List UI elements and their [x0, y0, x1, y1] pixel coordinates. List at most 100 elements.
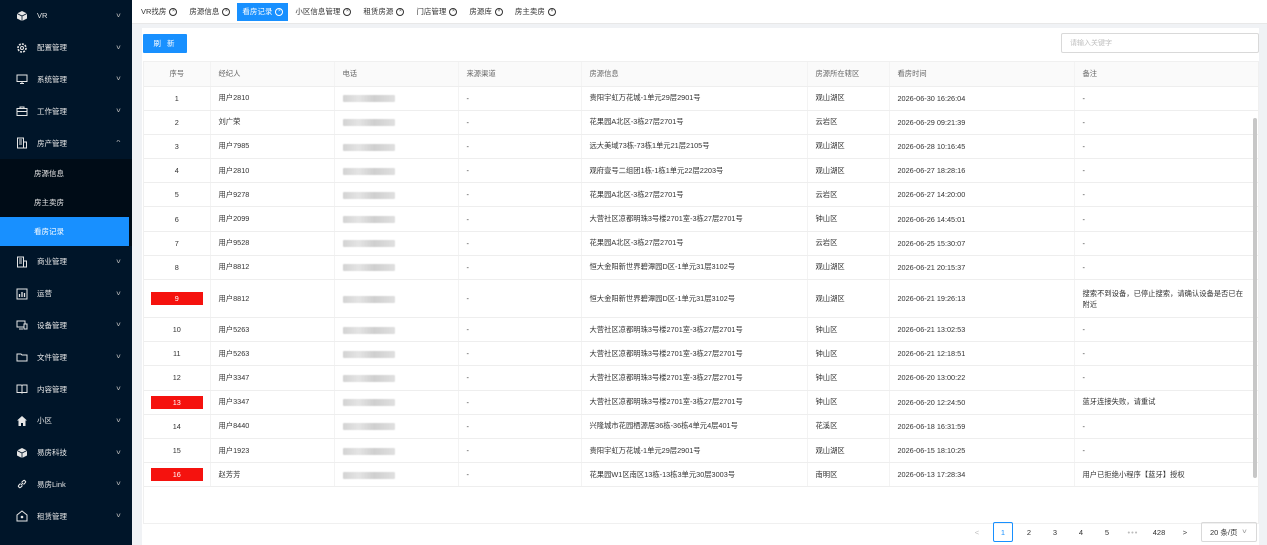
close-icon[interactable]: × — [449, 7, 458, 16]
cell-index: 6 — [144, 206, 211, 232]
redacted-phone — [342, 375, 395, 383]
sidebar-item-12[interactable]: 易房Link v — [0, 469, 132, 501]
cell-time: 2026-06-27 14:20:00 — [889, 182, 1075, 208]
table-row[interactable]: 4 用户2810- 观府壹号二组团1栋-1栋1单元22层2203号 观山湖区 2026-… — [144, 158, 1258, 184]
sidebar-subitem-1[interactable]: 房主卖房 — [0, 188, 132, 217]
cell-channel: - — [458, 279, 582, 318]
close-icon[interactable]: × — [169, 7, 178, 16]
close-icon[interactable]: × — [222, 7, 231, 16]
sidebar-subitem-0[interactable]: 房源信息 — [0, 159, 132, 188]
sidebar-item-11[interactable]: 易房科技 v — [0, 437, 132, 469]
index-text: 11 — [172, 349, 181, 359]
page-size-select[interactable]: 20 条/页 v — [1201, 522, 1257, 542]
pagination: <1 2 3 4 5 ••• 428 >20 条/页 v — [967, 521, 1257, 543]
cell-agent: 用户8812 — [210, 279, 335, 318]
cell-note: - — [1074, 86, 1258, 111]
table-row[interactable]: 2 刘广荣 - 花果园A北区-3栋27层2701号 云岩区 2026-06-29 09:2… — [144, 110, 1258, 135]
cell-phone — [334, 134, 459, 160]
cell-channel: - — [458, 317, 582, 343]
sidebar-item-label: 内容管理 — [37, 384, 67, 394]
sidebar-item-3[interactable]: 工作管理 v — [0, 95, 132, 127]
tab-4[interactable]: 租赁房源 × — [358, 3, 409, 21]
sidebar-item-2[interactable]: 系统管理 v — [0, 64, 132, 96]
chevron-down-icon: v — [116, 513, 121, 520]
tab-5[interactable]: 门店管理 × — [411, 3, 462, 21]
tab-3[interactable]: 小区信息管理 × — [290, 3, 356, 21]
search-input[interactable] — [1061, 33, 1259, 53]
sidebar-item-7[interactable]: 设备管理 v — [0, 310, 132, 342]
index-text: 2 — [174, 117, 179, 127]
table-row[interactable]: 12 用户3347- 大营社区凉都明珠3号楼2701室-3栋27层2701号 钟山区 2… — [144, 365, 1258, 391]
table-row[interactable]: 5 用户9278- 花果园A北区-3栋27层2701号 云岩区 2026-06-27 1… — [144, 182, 1258, 208]
table-row[interactable]: 9 用户8812 - 恒大金阳新世界碧潭园D区-1单元31层3102号 观山湖区 2026… — [144, 279, 1258, 318]
cell-agent: 用户3347 — [210, 390, 335, 415]
page-button-last[interactable]: 428 — [1149, 522, 1169, 542]
chevron-down-icon: v — [116, 76, 121, 83]
sidebar-subitem-2[interactable]: 看房记录 — [0, 216, 129, 246]
table-row[interactable]: 8 用户8812- 恒大金阳新世界碧潭园D区-1单元31层3102号 观山湖区 2026… — [144, 255, 1258, 281]
next-page-button[interactable]: > — [1175, 522, 1195, 542]
sidebar-item-5[interactable]: 商业管理 v — [0, 246, 132, 278]
sidebar-item-13[interactable]: 租赁管理 v — [0, 500, 132, 532]
refresh-button[interactable]: 刷 新 — [143, 34, 187, 53]
cell-agent: 用户2099 — [210, 206, 335, 232]
cell-house: 花果园A北区-3栋27层2701号 — [581, 182, 808, 208]
table-row[interactable]: 3 用户7985- 远大美域73栋-73栋1单元21层2105号 观山湖区 2026-0… — [144, 134, 1258, 160]
cell-phone — [334, 182, 459, 208]
close-icon[interactable]: × — [343, 7, 352, 16]
cell-note: - — [1074, 134, 1258, 160]
cell-channel: - — [458, 341, 582, 367]
tab-label: VR找房 — [141, 7, 167, 16]
cell-phone — [334, 158, 459, 184]
sidebar-item-6[interactable]: 运营 v — [0, 278, 132, 310]
sidebar-item-9[interactable]: 内容管理 v — [0, 373, 132, 405]
sidebar-item-0[interactable]: VR v — [0, 0, 132, 32]
chevron-down-icon: v — [116, 12, 121, 19]
sidebar-item-1[interactable]: 配置管理 v — [0, 32, 132, 64]
chevron-down-icon: v — [116, 44, 121, 51]
tab-label: 房主卖房 — [514, 7, 545, 16]
table-row[interactable]: 1 用户2810- 贵阳宇虹万花城-1单元29层2901号 观山湖区 2026-06-3… — [144, 86, 1258, 111]
tab-0[interactable]: VR找房 × — [136, 3, 182, 21]
sidebar-item-8[interactable]: 文件管理 v — [0, 341, 132, 373]
tab-7[interactable]: 房主卖房 × — [510, 3, 561, 21]
close-icon[interactable]: × — [396, 7, 405, 16]
table-row[interactable]: 14 用户8440- 兴隆城市花园栖源居36栋-36栋4单元4层401号 花溪区 202… — [144, 414, 1258, 439]
page-ellipsis[interactable]: ••• — [1123, 522, 1143, 542]
page-button-5[interactable]: 5 — [1097, 522, 1117, 542]
tab-1[interactable]: 房源信息 × — [184, 3, 235, 21]
cell-house: 花果园W1区南区13栋-13栋3单元30层3003号 — [581, 462, 808, 488]
table-row[interactable]: 10 用户5263- 大营社区凉都明珠3号楼2701室-3栋27层2701号 钟山区 2… — [144, 317, 1258, 343]
page-button-3[interactable]: 3 — [1045, 522, 1065, 542]
cell-phone — [334, 390, 459, 415]
cell-house: 贵阳宇虹万花城-1单元29层2901号 — [581, 438, 808, 464]
prev-page-button[interactable]: < — [967, 522, 987, 542]
chevron-down-icon: v — [116, 290, 121, 297]
tab-6[interactable]: 房源库 × — [464, 3, 508, 21]
sidebar-item-10[interactable]: 小区 v — [0, 405, 132, 437]
tab-2[interactable]: 看房记录 × — [237, 2, 289, 21]
close-icon[interactable]: × — [275, 7, 284, 16]
table-row[interactable]: 13 用户3347 - 大营社区凉都明珠3号楼2701室-3栋27层2701号 钟山区 2… — [144, 390, 1258, 415]
cell-channel: - — [458, 158, 582, 184]
page-button-1[interactable]: 1 — [993, 522, 1013, 542]
table-row[interactable]: 6 用户2099- 大营社区凉都明珠3号楼2701室-3栋27层2701号 钟山区 20… — [144, 206, 1258, 232]
sidebar-subitem-label: 房主卖房 — [34, 197, 64, 207]
table-row[interactable]: 11 用户5263- 大营社区凉都明珠3号楼2701室-3栋27层2701号 钟山区 2… — [144, 341, 1258, 367]
close-icon[interactable]: × — [494, 7, 503, 16]
cell-index: 3 — [144, 134, 211, 160]
cell-time: 2026-06-15 18:10:25 — [889, 438, 1075, 464]
sidebar-item-4[interactable]: 房产管理 ^ — [0, 127, 132, 159]
cell-agent: 用户5263 — [210, 341, 335, 367]
page-button-4[interactable]: 4 — [1071, 522, 1091, 542]
cell-channel: - — [458, 414, 582, 439]
book-icon — [16, 383, 28, 395]
app-root: VR v 配置管理 v 系统管理 v 工作管理 v 房产管理 ^ 房源信息 房主卖房 看房记录 商业管理 v… — [0, 0, 1267, 545]
table-row[interactable]: 16 赵芳芳 - 花果园W1区南区13栋-13栋3单元30层3003号 南明区 2026-… — [144, 462, 1258, 488]
page-button-2[interactable]: 2 — [1019, 522, 1039, 542]
close-icon[interactable]: × — [547, 7, 556, 16]
table-scrollbar[interactable] — [1253, 118, 1257, 478]
table-row[interactable]: 15 用户1923- 贵阳宇虹万花城-1单元29层2901号 观山湖区 2026-06-… — [144, 438, 1258, 464]
cell-phone — [334, 86, 459, 111]
table-row[interactable]: 7 用户9528- 花果园A北区-3栋27层2701号 云岩区 2026-06-25 1… — [144, 231, 1258, 256]
